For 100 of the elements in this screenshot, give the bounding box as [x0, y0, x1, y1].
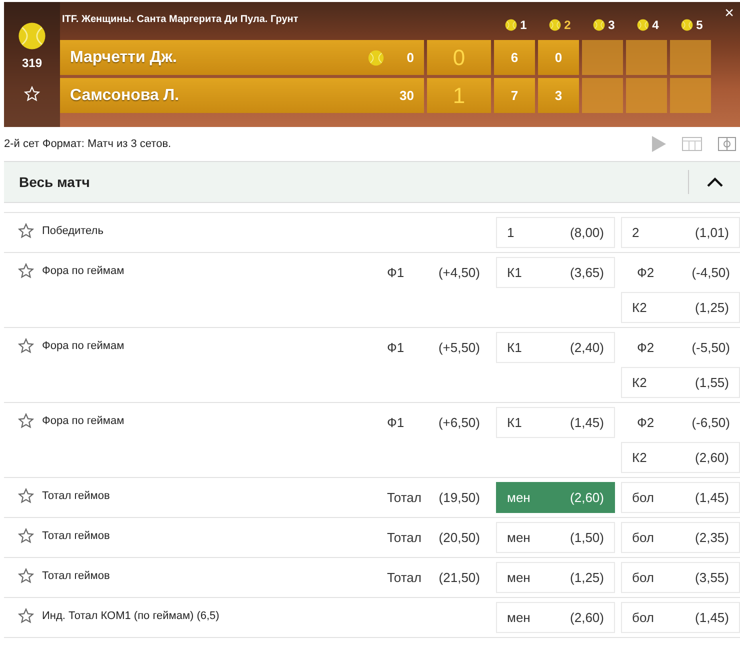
- market-name: Тотал геймов: [42, 529, 110, 544]
- odds-button[interactable]: бол (3,55): [621, 562, 740, 593]
- favorite-star-icon[interactable]: [18, 263, 34, 279]
- set-score: 6: [494, 40, 535, 75]
- odds-button[interactable]: К2 (1,25): [621, 292, 740, 323]
- empty-set-cell: [582, 40, 623, 75]
- tennis-ball-icon: [637, 19, 650, 31]
- odds-button[interactable]: мен (2,60): [496, 482, 615, 513]
- set-header[interactable]: 5: [670, 16, 714, 34]
- line-value: (+6,50): [438, 414, 480, 432]
- odds-button[interactable]: К2 (2,60): [621, 442, 740, 473]
- odds-value: (1,45): [695, 488, 729, 507]
- odds-value: (3,55): [695, 568, 729, 587]
- odds-value: (2,60): [695, 448, 729, 467]
- line-value: (20,50): [438, 528, 480, 547]
- odds-label: 2: [632, 224, 640, 242]
- odds-button[interactable]: мен (1,50): [496, 522, 615, 553]
- odds-button[interactable]: К1 (2,40): [496, 332, 615, 363]
- point-score: 0: [406, 48, 414, 67]
- set-header[interactable]: 1: [494, 16, 538, 34]
- odds-value: (2,60): [570, 488, 604, 507]
- tennis-ball-icon: [549, 19, 562, 31]
- point-score: 30: [398, 86, 414, 105]
- odds-label: бол: [632, 568, 654, 587]
- line-value: (21,50): [438, 568, 480, 587]
- tennis-ball-icon: [681, 19, 694, 31]
- market-name: Фора по геймам: [42, 264, 124, 279]
- odds-label: К2: [632, 374, 647, 392]
- odds-value: (1,45): [570, 414, 604, 432]
- odds-label: К2: [632, 298, 647, 317]
- match-format-text: 2-й сет Формат: Матч из 3 сетов.: [4, 136, 172, 152]
- odds-button[interactable]: 2 (1,01): [621, 217, 740, 248]
- section-title: Весь матч: [19, 172, 91, 192]
- player-name: Марчетти Дж.: [70, 48, 178, 68]
- odds-value: (1,01): [695, 224, 729, 242]
- player-name: Самсонова Л.: [70, 86, 180, 106]
- odds-label: К1: [507, 338, 522, 357]
- set-score: 0: [538, 40, 579, 75]
- line-value: (-6,50): [692, 414, 730, 432]
- line-value: (-5,50): [692, 338, 730, 357]
- odds-label: К2: [632, 448, 647, 467]
- odds-label: К1: [507, 414, 522, 432]
- favorite-star-icon[interactable]: [18, 568, 34, 584]
- favorite-star-icon[interactable]: [18, 528, 34, 544]
- close-button[interactable]: ×: [724, 6, 734, 22]
- tournament-title: ITF. Женщины. Санта Маргерита Ди Пула. Грунт: [61, 13, 298, 27]
- game-score: 1: [427, 78, 491, 113]
- odds-value: (8,00): [570, 224, 604, 242]
- odds-value: (1,45): [695, 608, 729, 627]
- market-name: Тотал геймов: [42, 569, 110, 584]
- odds-button[interactable]: К1 (3,65): [496, 257, 615, 288]
- field-icon[interactable]: [718, 137, 736, 151]
- odds-button[interactable]: К2 (1,55): [621, 367, 740, 398]
- line-label: Ф2: [637, 338, 654, 357]
- odds-button[interactable]: бол (1,45): [621, 482, 740, 513]
- odds-button[interactable]: бол (2,35): [621, 522, 740, 553]
- set-header[interactable]: 2: [538, 16, 582, 34]
- favorite-star-icon[interactable]: [18, 488, 34, 504]
- odds-value: (1,55): [695, 374, 729, 392]
- market-name: Инд. Тотал КОМ1 (по геймам) (6,5): [42, 609, 220, 624]
- set-score: 3: [538, 78, 579, 113]
- odds-button[interactable]: бол (1,45): [621, 602, 740, 633]
- line-value: (-4,50): [692, 264, 730, 282]
- odds-label: бол: [632, 528, 654, 547]
- tennis-ball-icon: [505, 19, 518, 31]
- line-value: (19,50): [438, 488, 480, 507]
- line-label: Ф1: [387, 338, 404, 357]
- favorite-star-icon[interactable]: [18, 608, 34, 624]
- line-label: Ф1: [387, 414, 404, 432]
- set-header[interactable]: 4: [626, 16, 670, 34]
- empty-set-cell: [582, 78, 623, 113]
- set-header[interactable]: 3: [582, 16, 626, 34]
- line-value: (+4,50): [438, 264, 480, 282]
- odds-value: (1,25): [570, 568, 604, 587]
- odds-label: бол: [632, 608, 654, 627]
- favorite-star-icon[interactable]: [18, 413, 34, 429]
- favorite-star-icon[interactable]: [18, 338, 34, 354]
- set-score: 7: [494, 78, 535, 113]
- odds-value: (1,50): [570, 528, 604, 547]
- odds-label: мен: [507, 488, 530, 507]
- tennis-ball-icon: [593, 19, 606, 31]
- line-label: Тотал: [387, 488, 422, 507]
- market-name: Фора по геймам: [42, 414, 124, 429]
- odds-button[interactable]: К1 (1,45): [496, 407, 615, 438]
- line-label: Тотал: [387, 568, 422, 587]
- odds-button[interactable]: мен (2,60): [496, 602, 615, 633]
- favorite-star-icon[interactable]: [18, 223, 34, 239]
- empty-set-cell: [626, 40, 667, 75]
- line-label: Ф2: [637, 414, 654, 432]
- line-value: (+5,50): [438, 338, 480, 357]
- odds-button[interactable]: 1 (8,00): [496, 217, 615, 248]
- empty-set-cell: [626, 78, 667, 113]
- odds-value: (2,60): [570, 608, 604, 627]
- odds-label: мен: [507, 528, 530, 547]
- odds-button[interactable]: мен (1,25): [496, 562, 615, 593]
- line-label: Ф2: [637, 264, 654, 282]
- tennis-ball-icon: [18, 22, 46, 50]
- market-name: Тотал геймов: [42, 489, 110, 504]
- odds-value: (2,40): [570, 338, 604, 357]
- odds-label: 1: [507, 224, 514, 242]
